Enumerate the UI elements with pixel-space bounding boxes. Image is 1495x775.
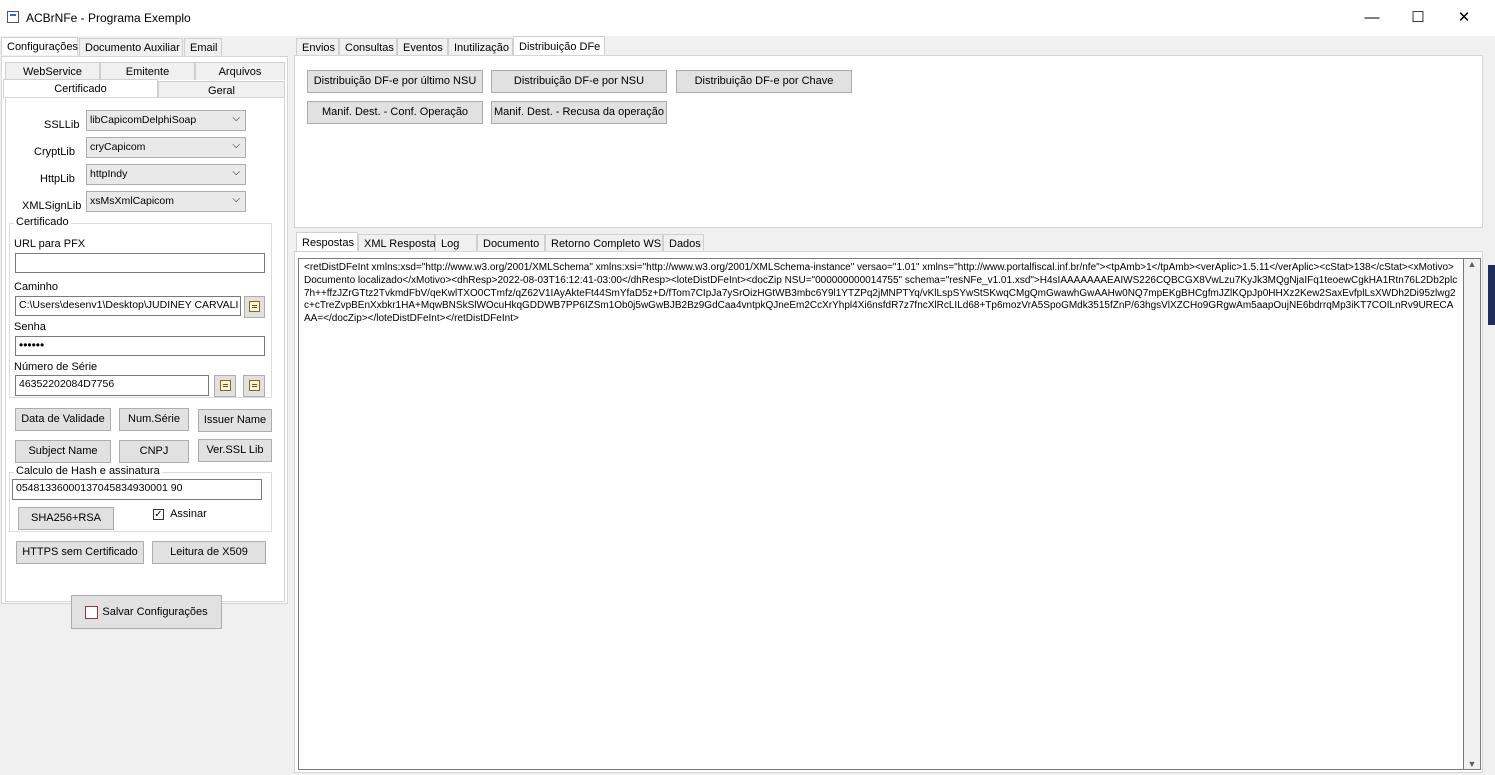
distribuicao-panel: Distribuição DF-e por último NSU Distrib… [294,55,1483,228]
httplib-select[interactable]: httpIndy ⌵ [86,164,246,185]
dist-chave-button[interactable]: Distribuição DF-e por Chave [676,70,852,93]
tab-consultas[interactable]: Consultas [339,38,397,56]
chevron-down-icon: ⌵ [232,167,240,178]
check-icon: ✓ [153,508,164,520]
tab-eventos[interactable]: Eventos [397,38,448,56]
cryptlib-select[interactable]: cryCapicom ⌵ [86,137,246,158]
issuer-name-button[interactable]: Issuer Name [198,409,272,432]
tab-xml-resposta[interactable]: XML Resposta [358,234,436,252]
tab-log[interactable]: Log [435,234,477,252]
tab-inutilizacao[interactable]: Inutilização [448,38,513,56]
cryptlib-value: cryCapicom [90,141,146,153]
right-panel: Envios Consultas Eventos Inutilização Di… [292,36,1495,775]
chevron-down-icon: ⌵ [232,140,240,151]
chevron-down-icon: ⌵ [232,194,240,205]
xmlsignlib-value: xsMsXmlCapicom [90,195,175,207]
tab-documento[interactable]: Documento [477,234,545,252]
tab-documento-auxiliar[interactable]: Documento Auxiliar [79,38,183,56]
respostas-panel: <retDistDFeInt xmlns:xsd="http://www.w3.… [294,251,1483,773]
scroll-down-icon[interactable]: ▼ [1464,759,1480,769]
response-memo[interactable]: <retDistDFeInt xmlns:xsd="http://www.w3.… [298,258,1464,770]
ssllib-value: libCapicomDelphiSoap [90,114,197,126]
close-button[interactable]: ✕ [1441,4,1487,32]
salvar-configuracoes-button[interactable]: Salvar Configurações [71,595,222,629]
url-pfx-input[interactable] [15,253,265,273]
tab-email[interactable]: Email [184,38,222,56]
sha256-rsa-button[interactable]: SHA256+RSA [18,507,114,530]
ver-ssl-lib-button[interactable]: Ver.SSL Lib [198,439,272,462]
numero-serie-label: Número de Série [14,361,98,373]
scroll-up-icon[interactable]: ▲ [1464,259,1480,269]
tab-retorno-completo-ws[interactable]: Retorno Completo WS [545,234,663,252]
assinar-checkbox[interactable]: ✓ Assinar [153,508,207,520]
manif-recusa-operacao-button[interactable]: Manif. Dest. - Recusa da operação [491,101,667,124]
dist-ultimo-nsu-button[interactable]: Distribuição DF-e por último NSU [307,70,483,93]
ssllib-label: SSLLib [44,119,80,131]
maximize-button[interactable]: ☐ [1395,4,1441,32]
https-sem-certificado-button[interactable]: HTTPS sem Certificado [16,541,144,564]
tab-distribuicao-dfe[interactable]: Distribuição DFe [513,36,605,56]
ssllib-select[interactable]: libCapicomDelphiSoap ⌵ [86,110,246,131]
salvar-label: Salvar Configurações [102,606,208,618]
tab-certificado[interactable]: Certificado [3,79,158,99]
cryptlib-label: CryptLib [34,146,75,158]
httplib-label: HttpLib [40,173,75,185]
url-pfx-label: URL para PFX [14,238,86,250]
leitura-x509-button[interactable]: Leitura de X509 [152,541,266,564]
save-icon [85,605,99,619]
httplib-value: httpIndy [90,168,128,180]
tab-webservice[interactable]: WebService [5,62,100,80]
browse-caminho-button[interactable] [244,296,265,318]
hash-group-title: Calculo de Hash e assinatura [14,465,162,477]
lookup-serie-button[interactable] [214,375,236,397]
cnpj-button[interactable]: CNPJ [119,440,189,463]
tab-emitente[interactable]: Emitente [100,62,195,80]
tab-dados[interactable]: Dados [663,234,704,252]
vertical-scrollbar[interactable]: ▲ ▼ [1464,258,1481,770]
numero-serie-input[interactable]: 46352202084D7756 [15,375,209,396]
assinar-label: Assinar [170,508,207,520]
subject-name-button[interactable]: Subject Name [15,440,111,463]
hash-input[interactable]: 05481336000137045834930001 90 [12,479,262,500]
data-validade-button[interactable]: Data de Validade [15,408,111,431]
tab-configuracoes[interactable]: Configurações [1,37,78,55]
dist-nsu-button[interactable]: Distribuição DF-e por NSU [491,70,667,93]
xmlsignlib-label: XMLSignLib [22,200,82,212]
lookup-serie-file-button[interactable] [243,375,265,397]
app-icon [7,11,19,23]
tab-respostas[interactable]: Respostas [296,232,358,252]
senha-input[interactable]: •••••• [15,336,265,356]
background-window-edge [1488,265,1495,325]
manif-conf-operacao-button[interactable]: Manif. Dest. - Conf. Operação [307,101,483,124]
minimize-button[interactable]: — [1349,4,1395,32]
xmlsignlib-select[interactable]: xsMsXmlCapicom ⌵ [86,191,246,212]
num-serie-button[interactable]: Num.Série [119,408,189,431]
window-title: ACBrNFe - Programa Exemplo [26,11,191,25]
document-icon [219,380,231,391]
left-panel: Configurações Documento Auxiliar Email W… [0,36,292,775]
tab-arquivos[interactable]: Arquivos [195,62,285,80]
config-panel: WebService Emitente Arquivos Certificado… [1,56,288,604]
title-bar: ACBrNFe - Programa Exemplo — ☐ ✕ [0,0,1495,36]
certificado-panel: SSLLib libCapicomDelphiSoap ⌵ CryptLib cr… [5,97,285,602]
open-file-icon [249,301,260,312]
chevron-down-icon: ⌵ [232,113,240,124]
caminho-input[interactable]: C:\Users\desenv1\Desktop\JUDINEY CARVALI [15,296,241,316]
senha-label: Senha [14,321,46,333]
document-icon [248,380,260,391]
tab-envios[interactable]: Envios [296,38,339,56]
certificado-group-title: Certificado [14,216,71,228]
caminho-label: Caminho [14,281,59,293]
